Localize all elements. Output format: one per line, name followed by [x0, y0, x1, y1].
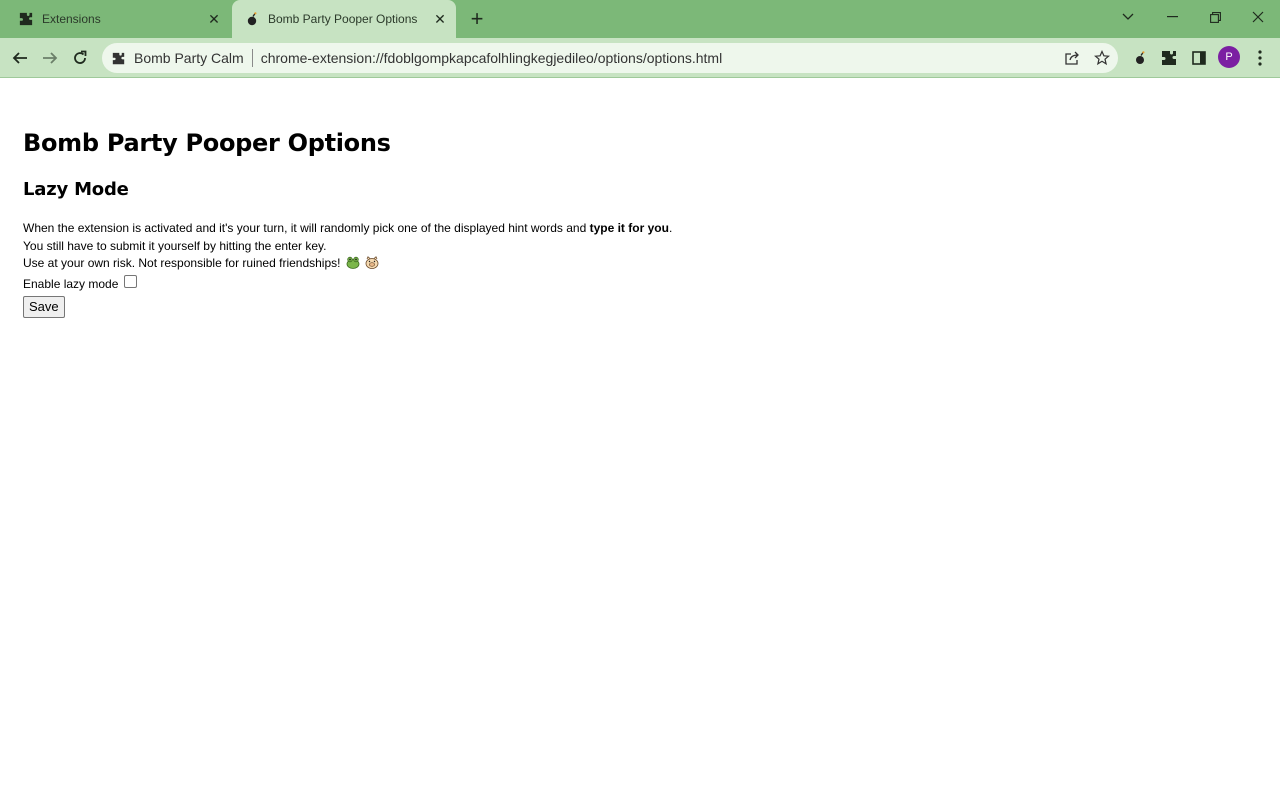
save-button[interactable]: Save — [23, 295, 65, 318]
description-line-1: When the extension is activated and it's… — [23, 220, 1263, 238]
lazy-mode-checkbox[interactable] — [124, 275, 138, 288]
browser-toolbar: Bomb Party Calm chrome-extension://fdobl… — [0, 38, 1280, 78]
description-line-2: You still have to submit it yourself by … — [23, 238, 327, 253]
menu-kebab-icon[interactable] — [1250, 48, 1270, 68]
back-icon[interactable] — [6, 44, 34, 72]
frog-emoji — [346, 256, 360, 269]
new-tab-button[interactable]: + — [464, 6, 490, 32]
bomb-icon — [244, 11, 260, 27]
options-page: Bomb Party Pooper Options Lazy Mode When… — [23, 78, 1263, 318]
description-text: . — [668, 221, 673, 235]
bomb-extension-icon[interactable] — [1130, 48, 1150, 68]
divider — [251, 49, 253, 67]
tab-label: Bomb Party Pooper Options — [268, 12, 418, 26]
lazy-mode-label[interactable]: Enable lazy mode — [23, 277, 118, 291]
tab-extensions[interactable]: Extensions ✕ — [0, 0, 230, 38]
puzzle-icon — [18, 11, 34, 27]
description-text: Use at your own risk. Not responsible fo… — [23, 256, 341, 270]
page-title: Bomb Party Pooper Options — [23, 129, 391, 157]
description-text: When the extension is activated and it's… — [23, 221, 590, 235]
extension-icon — [112, 50, 128, 66]
tab-bomb-party-options[interactable]: Bomb Party Pooper Options ✕ — [232, 0, 456, 38]
bookmark-star-icon[interactable] — [1092, 49, 1112, 67]
tab-strip: Extensions ✕ Bomb Party Pooper Options ✕… — [0, 0, 1280, 38]
profile-avatar[interactable]: P — [1218, 46, 1240, 68]
reload-icon[interactable] — [66, 44, 94, 72]
lazy-mode-option: Enable lazy mode — [23, 275, 1263, 293]
description-line-3: Use at your own risk. Not responsible fo… — [23, 255, 1263, 273]
site-label: Bomb Party Calm — [134, 50, 244, 66]
address-bar[interactable]: Bomb Party Calm chrome-extension://fdobl… — [102, 43, 1118, 73]
pig-face-emoji — [365, 256, 379, 269]
restore-icon[interactable] — [1193, 0, 1237, 34]
minimize-icon[interactable] — [1150, 0, 1194, 34]
side-panel-icon[interactable] — [1189, 48, 1209, 68]
close-icon[interactable]: ✕ — [430, 9, 450, 29]
tab-label: Extensions — [42, 12, 101, 26]
description: When the extension is activated and it's… — [23, 220, 1263, 273]
section-title: Lazy Mode — [23, 179, 129, 200]
description-bold-text: type it for you — [589, 221, 669, 235]
close-icon[interactable]: ✕ — [204, 9, 224, 29]
tab-search-icon[interactable] — [1106, 0, 1150, 34]
url-text: chrome-extension://fdoblgompkapcafolhlin… — [260, 50, 723, 66]
forward-icon[interactable] — [36, 44, 64, 72]
window-close-icon[interactable] — [1236, 0, 1280, 34]
extensions-puzzle-icon[interactable] — [1159, 48, 1179, 68]
share-icon[interactable] — [1062, 49, 1082, 67]
